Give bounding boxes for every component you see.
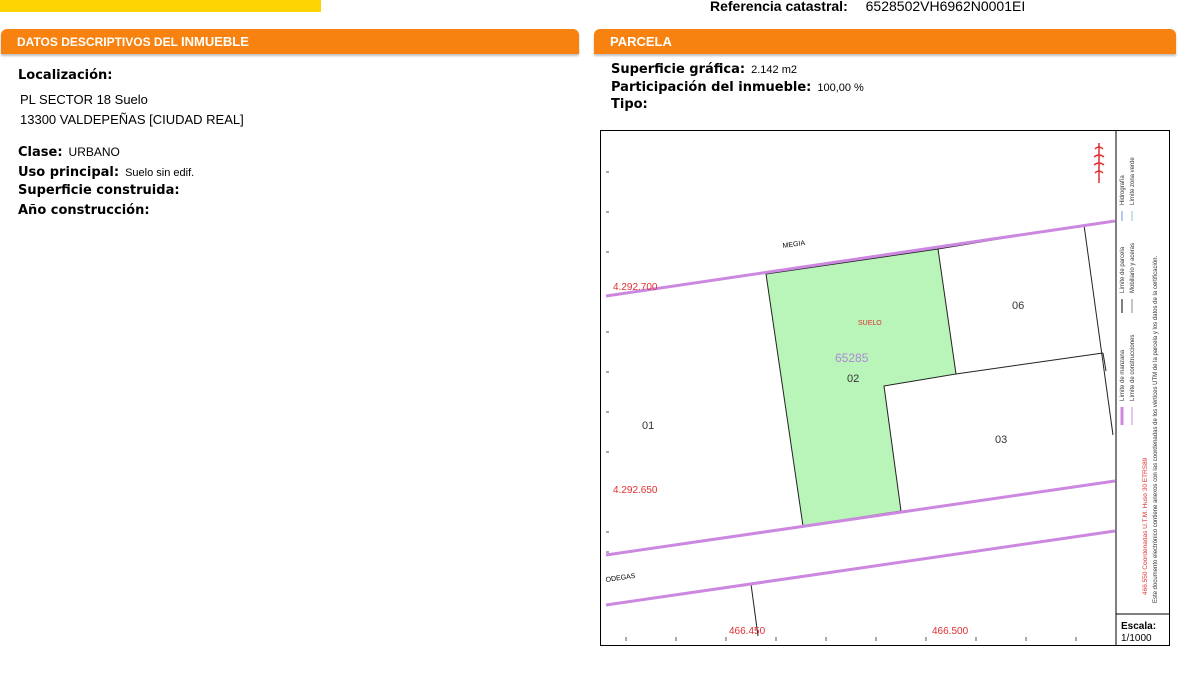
legend-construcciones: Límite de construcciones [1130, 335, 1136, 401]
catastro-logo-icon [1093, 143, 1105, 183]
section-header-inmueble-bold: INMUEBLE [181, 34, 249, 49]
lot-06-label: 06 [1012, 300, 1024, 312]
clase-row: Clase: URBANO [18, 143, 120, 161]
legend-mobiliario: Mobiliario y aceras [1130, 243, 1136, 293]
referencia-catastral-value: 6528502VH6962N0001EI [865, 0, 1026, 14]
map-left-ticks [606, 171, 609, 553]
legend-coords-note: 466.550 Coordenadas U.T.M. Huso 30 ETRS8… [1142, 457, 1149, 595]
clase-value: URBANO [68, 145, 120, 159]
participacion-value: 100,00 % [817, 82, 864, 94]
anio-construccion-label: Año construcción: [18, 203, 150, 218]
parcel-ref-label: 65285 [835, 351, 869, 365]
street-bottom-label: ODEGAS [605, 573, 636, 584]
referencia-catastral: Referencia catastral: 6528502VH6962N0001… [710, 0, 1025, 14]
section-header-parcela: PARCELA [594, 29, 1176, 54]
map-bottom-ticks [625, 637, 1077, 641]
superficie-grafica-value: 2.142 m2 [751, 64, 797, 76]
lot-03-label: 03 [995, 434, 1007, 446]
parcel-type-label: SUELO [858, 320, 882, 327]
section-header-inmueble-prefix: DATOS DESCRIPTIVOS DEL [17, 35, 182, 49]
top-yellow-bar [0, 0, 321, 12]
scale-value: 1/1000 [1121, 633, 1152, 644]
localizacion-label: Localización: [18, 68, 113, 83]
scale-label: Escala: [1121, 621, 1156, 632]
legend-parcela: Límite de parcela [1120, 246, 1126, 293]
street-top-label: MEGIA [782, 240, 806, 250]
cadastral-map: MEGIA ODEGAS SUELO 65285 01 02 03 06 4.2… [600, 130, 1170, 646]
address-line-1: PL SECTOR 18 Suelo [20, 92, 148, 107]
superficie-grafica-label: Superficie gráfica: [611, 62, 746, 77]
legend-hidrografia: Hidrografía [1120, 175, 1126, 205]
x-coord-right: 466.500 [932, 626, 969, 637]
participacion-label: Participación del inmueble: [611, 80, 812, 95]
participacion-row: Participación del inmueble: 100,00 % [611, 78, 864, 96]
clase-label: Clase: [18, 145, 63, 160]
section-header-inmueble: DATOS DESCRIPTIVOS DEL INMUEBLE [1, 29, 579, 54]
address-line-2: 13300 VALDEPEÑAS [CIUDAD REAL] [20, 112, 244, 127]
uso-row: Uso principal: Suelo sin edif. [18, 163, 194, 181]
referencia-catastral-label: Referencia catastral: [710, 0, 848, 14]
legend-zona-verde: Límite zona verde [1130, 157, 1136, 205]
superficie-construida-label: Superficie construida: [18, 183, 180, 198]
legend-doc-note: Este documento electrónico contiene anex… [1153, 255, 1159, 603]
map-canvas: MEGIA ODEGAS SUELO 65285 01 02 03 06 4.2… [605, 131, 1169, 645]
superficie-grafica-row: Superficie gráfica: 2.142 m2 [611, 60, 797, 78]
uso-label: Uso principal: [18, 165, 120, 180]
parcel-polygon[interactable] [765, 248, 957, 527]
lot-02-label: 02 [847, 373, 859, 385]
y-coord-top: 4.292.700 [613, 282, 658, 293]
legend-manzana: Límite de manzana [1120, 349, 1126, 401]
x-coord-left: 466.450 [729, 626, 766, 637]
uso-value: Suelo sin edif. [125, 167, 195, 179]
lot-01-label: 01 [642, 420, 654, 432]
legend-group: Límite de manzana Límite de construccion… [1120, 157, 1159, 603]
tipo-label: Tipo: [611, 97, 648, 112]
y-coord-bottom: 4.292.650 [613, 485, 658, 496]
